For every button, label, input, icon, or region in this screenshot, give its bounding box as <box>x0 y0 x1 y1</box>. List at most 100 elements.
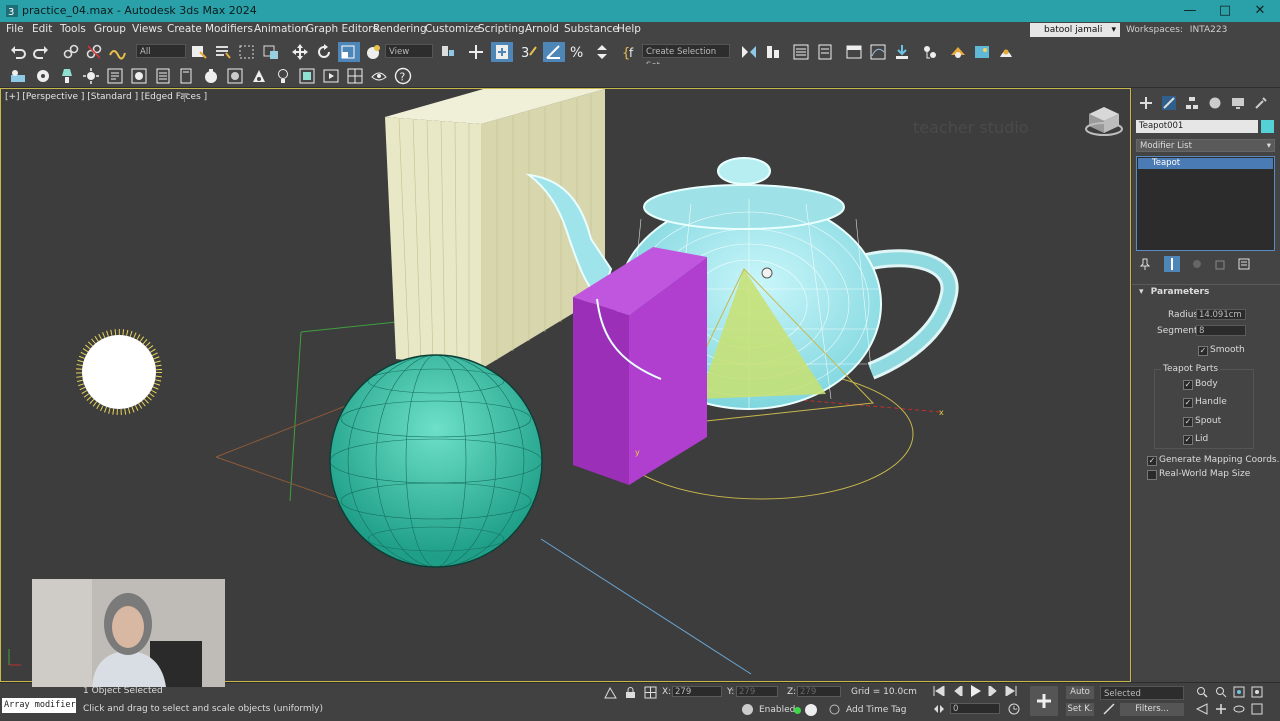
window-crossing-icon[interactable] <box>262 43 280 61</box>
placement-icon[interactable] <box>364 43 382 61</box>
goto-end-icon[interactable] <box>1005 686 1017 696</box>
zoom-extents-icon[interactable] <box>1233 686 1245 698</box>
parameters-rollout-header[interactable]: ▾ Parameters <box>1139 287 1209 297</box>
real-world-map-checkbox[interactable] <box>1147 470 1157 480</box>
scene-states-icon[interactable] <box>9 67 27 85</box>
object-name-field[interactable]: Teapot001 <box>1136 120 1258 133</box>
pivot-center-icon[interactable] <box>439 43 457 61</box>
adaptive-degradation-icon[interactable] <box>741 703 754 716</box>
set-key-button[interactable] <box>1030 686 1058 716</box>
radius-spinner[interactable]: 14.091cm <box>1196 309 1246 320</box>
close-icon[interactable]: ✕ <box>1242 0 1278 22</box>
smooth-checkbox[interactable]: ✓ <box>1198 346 1208 356</box>
motion-tab-icon[interactable] <box>1208 96 1222 110</box>
render-setup-icon[interactable] <box>949 43 967 61</box>
enabled-toggle[interactable] <box>805 704 817 716</box>
maxscript-listener[interactable]: Array modifier <box>2 698 76 713</box>
redo-icon[interactable] <box>32 43 50 61</box>
reference-coordinate-dropdown[interactable]: View <box>385 44 433 58</box>
undo-icon[interactable] <box>9 43 27 61</box>
field-of-view-icon[interactable] <box>1196 703 1208 715</box>
render-production-icon[interactable] <box>997 43 1015 61</box>
move-icon[interactable] <box>291 43 309 61</box>
percent-snap-icon[interactable]: % <box>569 43 587 61</box>
bind-space-warp-icon[interactable] <box>108 43 126 61</box>
modifier-list-dropdown[interactable]: Modifier List ▾ <box>1136 139 1275 152</box>
menu-create[interactable]: Create <box>167 23 202 35</box>
maximize-icon[interactable]: □ <box>1207 0 1243 22</box>
key-mode-icon[interactable] <box>933 704 945 714</box>
menu-views[interactable]: Views <box>132 23 162 35</box>
keyboard-shortcut-override-icon[interactable] <box>491 42 513 62</box>
create-selection-set-dropdown[interactable]: Create Selection Set <box>642 44 730 71</box>
zoom-icon[interactable] <box>1196 686 1208 698</box>
rendered-frame-window-icon[interactable] <box>973 43 991 61</box>
isolate-selection-icon[interactable] <box>604 686 617 699</box>
teapot-render-icon[interactable] <box>202 67 220 85</box>
sphere-object[interactable] <box>329 354 543 568</box>
toggle-ribbon-icon[interactable] <box>845 43 863 61</box>
viewport-label[interactable]: [+] [Perspective ] [Standard ] [Edged Fa… <box>5 92 207 102</box>
filter-icon[interactable] <box>180 93 189 102</box>
layer-explorer-icon[interactable] <box>816 43 834 61</box>
menu-edit[interactable]: Edit <box>32 23 52 35</box>
render-iterative-icon[interactable] <box>226 67 244 85</box>
workspaces-selector[interactable]: Workspaces: INTA223 <box>1126 25 1227 35</box>
filters-button[interactable]: Filters... <box>1120 703 1184 716</box>
set-key-mode-button[interactable]: Set K. <box>1066 703 1094 716</box>
modify-tab-icon[interactable] <box>1162 96 1176 110</box>
state-sets-icon[interactable] <box>346 67 364 85</box>
utilities-tab-icon[interactable] <box>1254 96 1268 110</box>
menu-modifiers[interactable]: Modifiers <box>205 23 253 35</box>
menu-graph-editors[interactable]: Graph Editors <box>306 23 378 35</box>
stack-item-teapot[interactable]: Teapot <box>1138 158 1273 169</box>
menu-file[interactable]: File <box>6 23 24 35</box>
render-message-icon[interactable] <box>106 67 124 85</box>
key-filters-icon[interactable] <box>1103 703 1115 715</box>
rotate-icon[interactable] <box>315 43 333 61</box>
absolute-mode-icon[interactable] <box>644 686 657 699</box>
scale-icon[interactable] <box>338 42 360 62</box>
remove-modifier-icon[interactable] <box>1214 258 1226 270</box>
lightbulb-icon[interactable] <box>274 67 292 85</box>
active-shade-icon[interactable] <box>250 67 268 85</box>
add-time-tag[interactable]: Add Time Tag <box>846 705 906 715</box>
angle-snap-icon[interactable] <box>543 42 565 62</box>
sun-light-icon[interactable] <box>76 329 162 415</box>
play-icon[interactable] <box>970 685 982 697</box>
create-tab-icon[interactable] <box>1139 96 1153 110</box>
snaps-toggle-icon[interactable]: 3 <box>520 43 538 61</box>
time-tag-icon[interactable] <box>829 704 840 715</box>
minimize-icon[interactable]: — <box>1172 0 1208 22</box>
spout-checkbox[interactable]: ✓ <box>1183 417 1193 427</box>
menu-group[interactable]: Group <box>94 23 126 35</box>
y-coordinate-field[interactable]: 279 <box>736 686 778 697</box>
edit-named-selection-icon[interactable]: {f <box>621 43 639 61</box>
notes-icon[interactable] <box>154 67 172 85</box>
selected-keys-dropdown[interactable]: Selected <box>1100 686 1184 700</box>
zoom-extents-all-icon[interactable] <box>1251 686 1263 698</box>
compact-material-icon[interactable] <box>370 67 388 85</box>
mirror-icon[interactable] <box>740 43 758 61</box>
menu-tools[interactable]: Tools <box>60 23 86 35</box>
body-checkbox[interactable]: ✓ <box>1183 380 1193 390</box>
auto-key-button[interactable]: Auto <box>1066 686 1094 699</box>
curve-editor-icon[interactable] <box>869 43 887 61</box>
pan-view-icon[interactable] <box>1215 703 1227 715</box>
display-tab-icon[interactable] <box>1231 96 1245 110</box>
generate-mapping-checkbox[interactable]: ✓ <box>1147 456 1157 466</box>
link-icon[interactable] <box>62 43 80 61</box>
schematic-view-icon[interactable] <box>893 43 911 61</box>
material-editor-icon[interactable] <box>921 43 939 61</box>
layer-manager-icon[interactable] <box>178 67 196 85</box>
lid-checkbox[interactable]: ✓ <box>1183 435 1193 445</box>
viewport-render-icon[interactable] <box>130 67 148 85</box>
select-by-name-icon[interactable] <box>214 43 232 61</box>
pin-stack-icon[interactable] <box>1139 258 1151 270</box>
spinner-snap-icon[interactable] <box>593 43 611 61</box>
menu-customize[interactable]: Customize <box>425 23 480 35</box>
menu-help[interactable]: Help <box>617 23 641 35</box>
next-frame-icon[interactable] <box>987 686 999 696</box>
render-to-texture-icon[interactable] <box>322 67 340 85</box>
menu-substance[interactable]: Substance <box>564 23 619 35</box>
